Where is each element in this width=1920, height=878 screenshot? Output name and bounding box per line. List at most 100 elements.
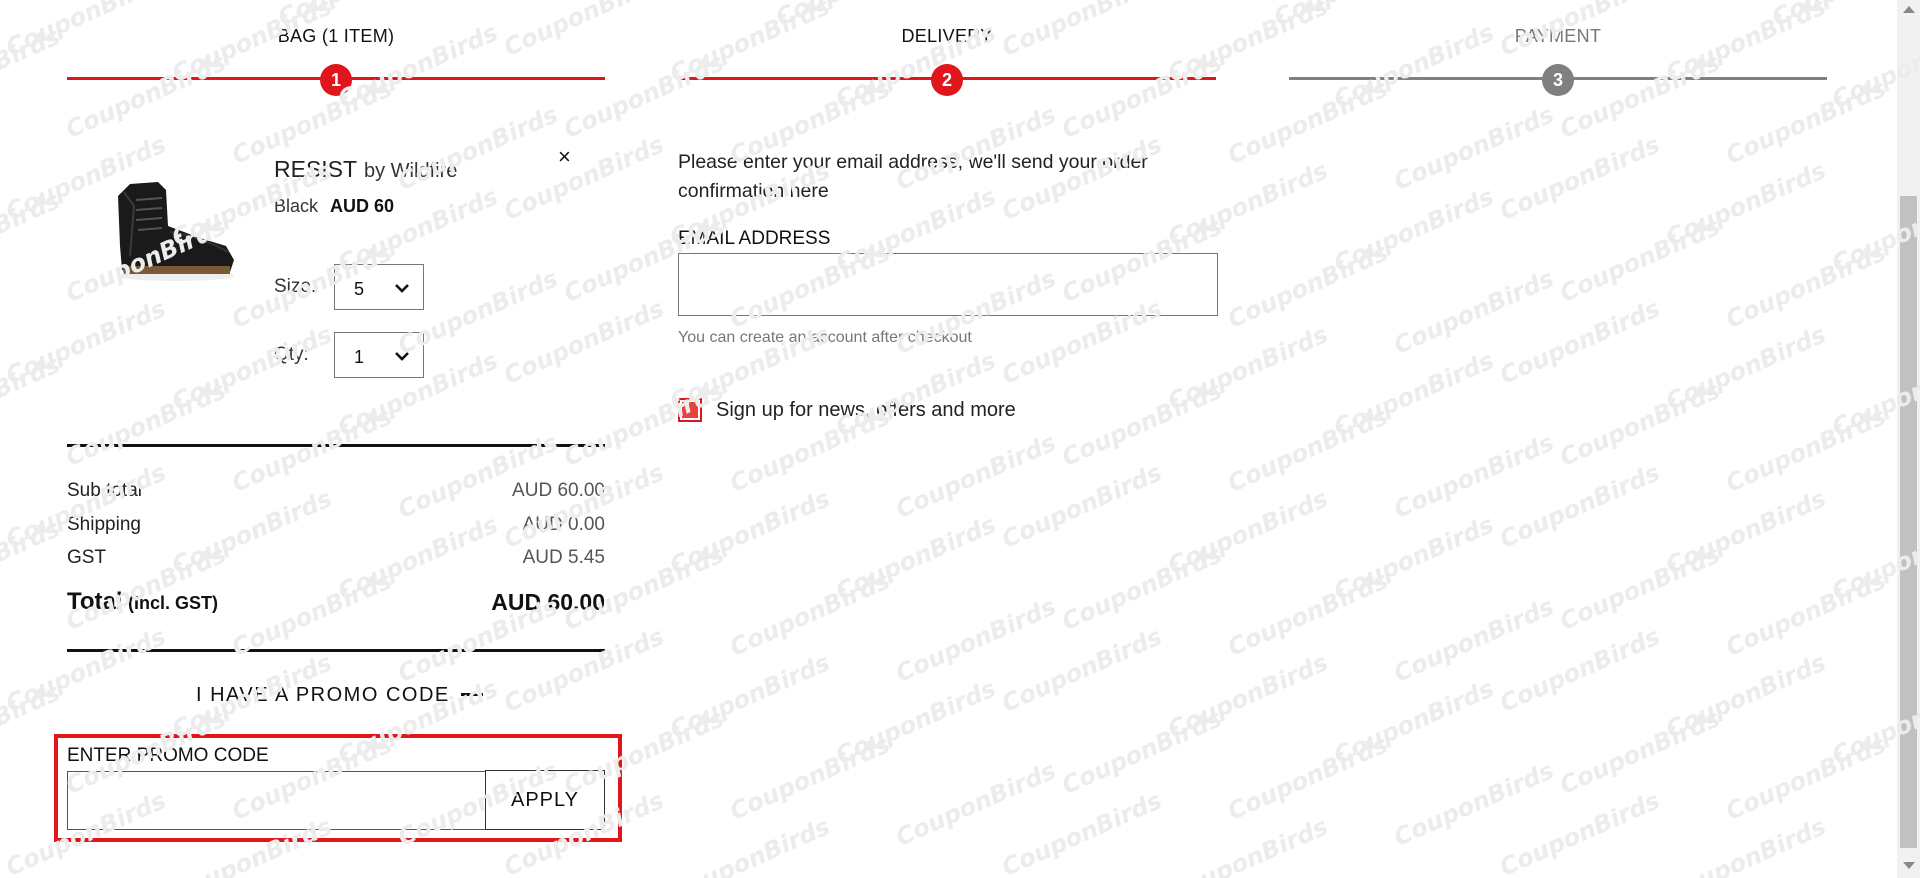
qty-select[interactable]: 1 [334, 332, 424, 378]
watermark-text: CouponBirds [1329, 510, 1499, 606]
product-brand[interactable]: by Wildfire [364, 160, 457, 183]
scroll-thumb[interactable] [1900, 196, 1917, 848]
watermark-text: CouponBirds [499, 622, 669, 718]
watermark-text: CouponBirds [1495, 622, 1665, 718]
watermark-text: CouponBirds [0, 268, 5, 364]
watermark-text: CouponBirds [1721, 238, 1891, 334]
black-boot-image[interactable] [100, 176, 242, 288]
watermark-text: CouponBirds [997, 786, 1167, 878]
checkbox-checked-fill [682, 402, 698, 418]
promo-code-label: ENTER PROMO CODE [67, 745, 269, 766]
watermark-text: CouponBirds [499, 294, 669, 390]
watermark-text: CouponBirds [1555, 704, 1725, 800]
step-bag-title: BAG (1 ITEM) [277, 26, 395, 46]
size-label: Size: [274, 276, 317, 297]
watermark-text: CouponBirds [1223, 566, 1393, 662]
watermark-text: CouponBirds [1057, 376, 1227, 472]
watermark-text: CouponBirds [997, 458, 1167, 554]
subtotal-value: AUD 60.00 [512, 480, 605, 501]
product-name[interactable]: RESIST [274, 156, 357, 183]
watermark-text: CouponBirds [1721, 566, 1891, 662]
watermark-text: CouponBirds [0, 0, 4, 36]
vertical-scrollbar[interactable] [1897, 0, 1920, 878]
step-delivery-number: 2 [931, 64, 963, 96]
account-hint: You can create an account after checkout [678, 329, 972, 346]
email-address-input[interactable] [678, 253, 1218, 316]
watermark-text: CouponBirds [1057, 540, 1227, 636]
step-delivery-title: DELIVERY [901, 26, 993, 46]
shipping-label: Shipping [67, 514, 141, 535]
step-bag[interactable]: BAG (1 ITEM) 1 [67, 0, 605, 100]
step-delivery[interactable]: DELIVERY 2 [678, 0, 1216, 100]
total-note: (Incl. GST) [128, 593, 218, 613]
newsletter-label[interactable]: Sign up for news, offers and more [716, 399, 1016, 422]
watermark-text: CouponBirds [227, 402, 397, 498]
watermark-text: CouponBirds [891, 592, 1061, 688]
product-price: AUD 60 [330, 196, 395, 216]
watermark-text: CouponBirds [665, 648, 835, 744]
watermark-text: CouponBirds [665, 484, 835, 580]
summary-bottom-divider [67, 649, 605, 652]
qty-select-value: 1 [354, 347, 365, 367]
watermark-text: CouponBirds [1389, 428, 1559, 524]
watermark-text: CouponBirds [665, 812, 835, 878]
watermark-text: CouponBirds [499, 130, 669, 226]
watermark-text: CouponBirds [61, 376, 231, 472]
gst-value: AUD 5.45 [522, 547, 605, 568]
watermark-text: CouponBirds [559, 376, 729, 472]
watermark-text: CouponBirds [0, 186, 65, 282]
watermark-text: CouponBirds [1495, 786, 1665, 878]
watermark-text: CouponBirds [1389, 264, 1559, 360]
promo-code-toggle[interactable]: I HAVE A PROMO CODE [196, 684, 450, 707]
apply-button[interactable]: APPLY [485, 770, 605, 830]
close-icon[interactable]: × [558, 146, 571, 168]
summary-top-divider [67, 444, 605, 447]
watermark-text: CouponBirds [1163, 320, 1333, 416]
watermark-text: CouponBirds [831, 346, 1001, 442]
step-payment-title: PAYMENT [1514, 26, 1602, 46]
watermark-text: CouponBirds [1, 622, 171, 718]
watermark-text: CouponBirds [1555, 540, 1725, 636]
watermark-text: CouponBirds [0, 760, 5, 856]
size-select-value: 5 [354, 279, 365, 299]
watermark-text: CouponBirds [1661, 156, 1831, 252]
watermark-text: CouponBirds [1661, 320, 1831, 416]
scroll-up-arrow-icon[interactable] [1903, 6, 1915, 13]
chevron-down-icon [395, 284, 409, 293]
step-bag-number: 1 [320, 64, 352, 96]
watermark-text: CouponBirds [393, 428, 563, 524]
watermark-text: CouponBirds [333, 510, 503, 606]
watermark-text: CouponBirds [167, 484, 337, 580]
watermark-text: CouponBirds [891, 428, 1061, 524]
watermark-text: CouponBirds [1163, 484, 1333, 580]
watermark-text: CouponBirds [725, 566, 895, 662]
watermark-text: CouponBirds [0, 432, 5, 528]
checkout-page: BAG (1 ITEM) 1 DELIVERY 2 PAYMENT 3 RESI… [0, 0, 1920, 878]
watermark-text: CouponBirds [891, 756, 1061, 852]
watermark-text: CouponBirds [1329, 346, 1499, 442]
newsletter-checkbox[interactable] [678, 398, 702, 422]
watermark-text: CouponBirds [0, 514, 65, 610]
watermark-text: CouponBirds [831, 510, 1001, 606]
chevron-down-icon [395, 352, 409, 361]
watermark-text: CouponBirds [1495, 294, 1665, 390]
scroll-down-arrow-icon[interactable] [1903, 862, 1915, 869]
step-payment[interactable]: PAYMENT 3 [1289, 0, 1827, 100]
total-value: AUD 60.00 [491, 589, 605, 615]
qty-label: Qty: [274, 344, 309, 365]
watermark-text: CouponBirds [1389, 592, 1559, 688]
watermark-text: CouponBirds [0, 350, 65, 446]
watermark-text: CouponBirds [1555, 212, 1725, 308]
watermark-text: CouponBirds [1057, 704, 1227, 800]
minus-icon[interactable] [461, 693, 483, 696]
gst-label: GST [67, 547, 107, 568]
promo-code-input[interactable] [67, 771, 487, 830]
step-payment-number: 3 [1542, 64, 1574, 96]
size-select[interactable]: 5 [334, 264, 424, 310]
watermark-text: CouponBirds [831, 674, 1001, 770]
watermark-text: CouponBirds [227, 566, 397, 662]
watermark-text: CouponBirds [997, 622, 1167, 718]
shipping-value: AUD 0.00 [522, 514, 605, 535]
watermark-text: CouponBirds [1555, 376, 1725, 472]
watermark-text: CouponBirds [1661, 812, 1831, 878]
